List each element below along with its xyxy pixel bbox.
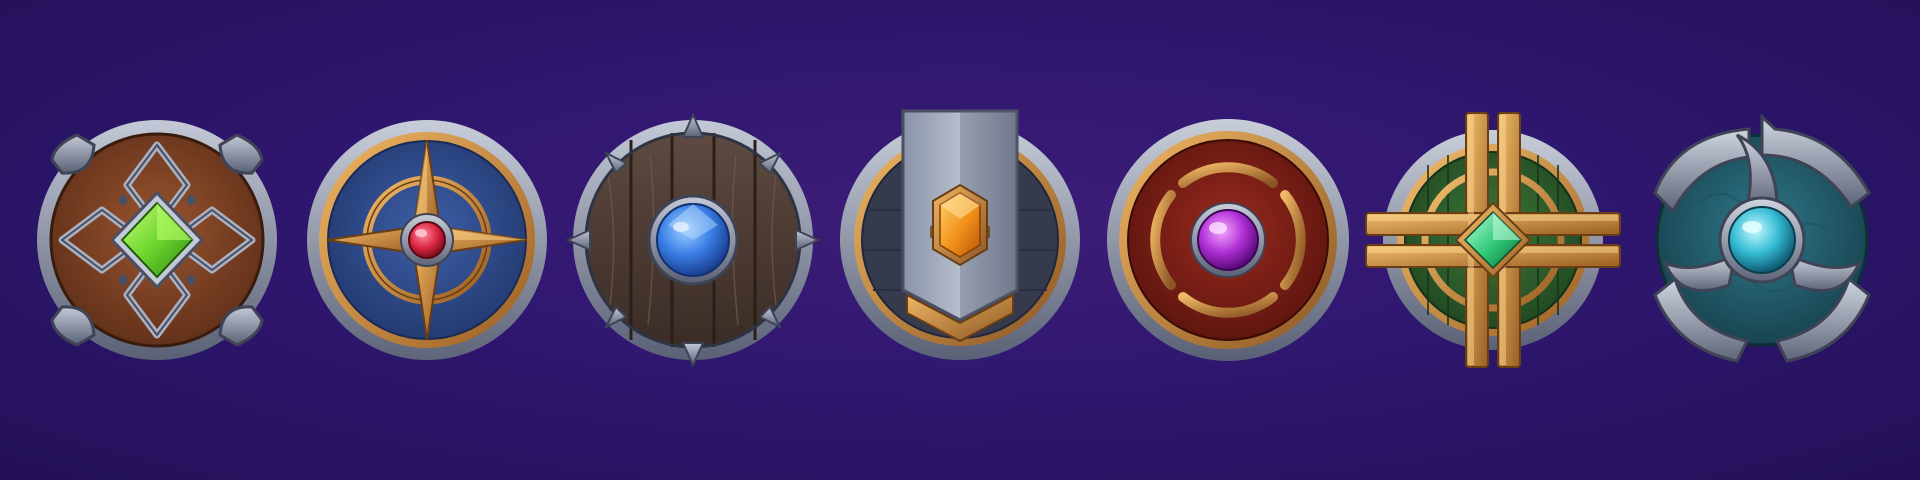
- triskelion-shield-graphic: [1653, 113, 1871, 363]
- celtic-knot-shield-graphic: [37, 120, 277, 360]
- triskelion-shield-icon[interactable]: [1637, 113, 1887, 365]
- banner-shield-icon[interactable]: [835, 109, 1085, 365]
- wooden-plank-shield-graphic: [565, 112, 821, 368]
- crosshair-shield-icon[interactable]: [1103, 115, 1353, 365]
- crosshair-shield-graphic: [1107, 119, 1349, 361]
- golden-cross-shield-graphic: [1365, 112, 1621, 368]
- banner-shield-graphic: [840, 109, 1080, 360]
- compass-star-shield-graphic: [307, 120, 547, 360]
- golden-cross-shield-icon[interactable]: [1365, 112, 1621, 368]
- wooden-plank-shield-icon[interactable]: [565, 112, 821, 368]
- celtic-knot-shield-icon[interactable]: [32, 115, 282, 365]
- compass-star-shield-icon[interactable]: [302, 115, 552, 365]
- shield-icon-set: [0, 0, 1920, 480]
